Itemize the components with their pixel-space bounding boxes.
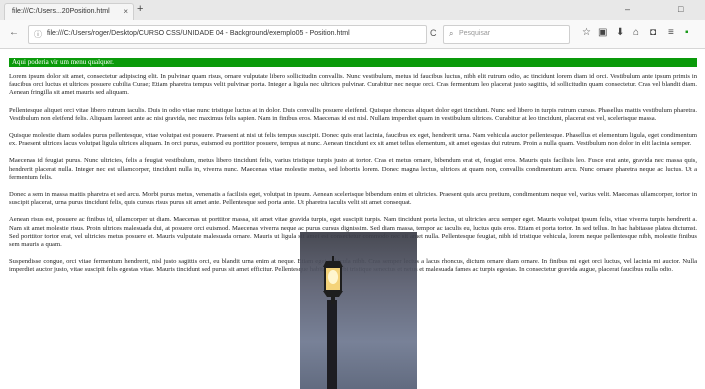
navigation-bar: ← ⓘ file:///C:/Users/roger/Desktop/CURSO… [0,20,705,49]
search-input[interactable]: ⌕ Pesquisar [443,25,570,44]
lamp-post [327,300,337,389]
tab-bar: file:///C:/Users...20Position.html × + –… [0,0,705,21]
extension-icon[interactable]: ▪ [685,27,689,38]
paragraph: Suspendisse congue, orci vitae fermentum… [9,258,697,274]
paragraph: Pellentesque aliquet orci vitae libero r… [9,106,697,122]
reload-icon[interactable]: C [430,28,437,38]
maximize-icon[interactable]: □ [678,4,683,14]
url-text: file:///C:/Users/roger/Desktop/CURSO CSS… [47,30,350,37]
new-tab-icon[interactable]: + [137,3,143,15]
street-lamp-icon [323,256,343,304]
tab-title: file:///C:/Users...20Position.html [12,8,110,15]
search-icon: ⌕ [449,29,454,38]
close-tab-icon[interactable]: × [123,7,128,16]
menu-banner: Aqui poderia vir um menu qualquer. [9,58,697,67]
search-placeholder: Pesquisar [459,30,491,37]
library-icon[interactable]: ▣ [598,27,607,38]
back-icon[interactable]: ← [9,27,19,38]
page-content: Lorem ipsum dolor sit amet, consectetur … [9,73,697,284]
paragraph: Aenean risus est, posuere ac finibus id,… [9,216,697,249]
paragraph: Donec a sem in massa mattis pharetra et … [9,191,697,207]
star-icon[interactable]: ☆ [582,27,591,38]
url-bar[interactable]: ⓘ file:///C:/Users/roger/Desktop/CURSO C… [28,25,427,44]
paragraph: Maecenas id feugiat purus. Nunc ultricie… [9,157,697,181]
pocket-icon[interactable]: ◘ [650,27,656,38]
browser-tab[interactable]: file:///C:/Users...20Position.html × [4,3,134,21]
paragraph: Quisque molestie diam sodales purus pell… [9,132,697,148]
home-icon[interactable]: ⌂ [633,27,639,38]
menu-icon[interactable]: ≡ [668,27,674,38]
minimize-icon[interactable]: – [625,4,630,14]
info-icon[interactable]: ⓘ [34,29,42,40]
paragraph: Lorem ipsum dolor sit amet, consectetur … [9,73,697,97]
download-icon[interactable]: ⬇ [616,27,624,38]
